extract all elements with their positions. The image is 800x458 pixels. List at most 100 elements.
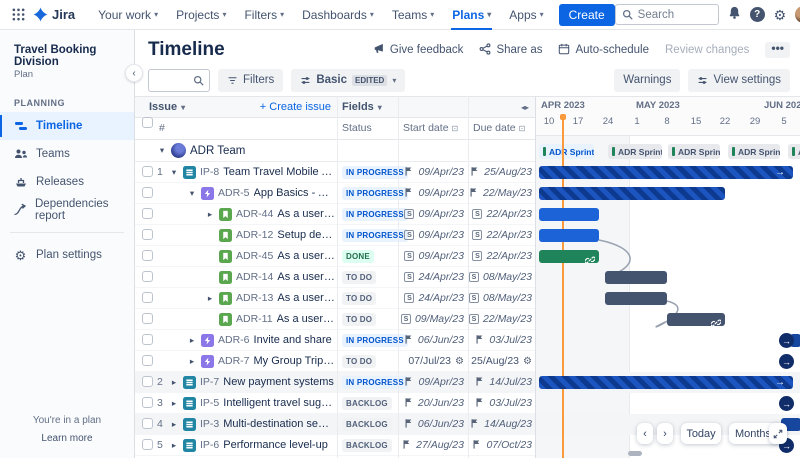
- table-row[interactable]: ▸ ADR-7 My Group Trips Overview TO DO 07…: [135, 351, 535, 372]
- jump-to-bar-button[interactable]: →: [779, 396, 794, 411]
- table-row[interactable]: 5 ▸ IP-6 Performance level-up BACKLOG 27…: [135, 435, 535, 456]
- table-row[interactable]: ▾ ADR-5 App Basics - Android test IN PRO…: [135, 183, 535, 204]
- table-row[interactable]: 3 ▸ IP-5 Intelligent travel suggestions …: [135, 393, 535, 414]
- due-date-cell[interactable]: S 22/Apr/23: [468, 246, 532, 266]
- due-date-cell[interactable]: 14/Aug/23: [468, 414, 532, 434]
- auto-schedule-button[interactable]: Auto-schedule: [558, 43, 649, 58]
- due-date-cell[interactable]: 03/Jul/23: [468, 330, 532, 350]
- table-row[interactable]: 2 ▸ IP-7 New payment systems IN PROGRESS…: [135, 372, 535, 393]
- start-date-cell[interactable]: 06/Jun/23: [398, 414, 464, 434]
- nav-item-apps[interactable]: Apps ▾: [500, 0, 552, 30]
- expand-chevron[interactable]: ▾: [157, 145, 167, 156]
- gantt-bar[interactable]: [605, 271, 667, 284]
- expand-chevron[interactable]: ▸: [205, 209, 215, 220]
- issue-summary[interactable]: Intelligent travel suggestions: [223, 397, 335, 409]
- issue-summary[interactable]: Setup dev and and ...: [277, 229, 335, 241]
- nav-item-projects[interactable]: Projects ▾: [167, 0, 235, 30]
- status-cell[interactable]: DONE: [342, 246, 374, 266]
- start-date-cell[interactable]: 09/Apr/23: [398, 183, 464, 203]
- issue-summary[interactable]: App Basics - Android test: [254, 187, 335, 199]
- row-checkbox[interactable]: [142, 355, 153, 366]
- expand-chevron[interactable]: ▸: [205, 293, 215, 304]
- start-date-cell[interactable]: S 24/Apr/23: [398, 267, 464, 287]
- view-preset-button[interactable]: Basic EDITED ▾: [291, 68, 406, 92]
- create-button[interactable]: Create: [558, 3, 615, 26]
- app-switcher-icon[interactable]: [12, 6, 25, 24]
- scroll-next-button[interactable]: ›: [657, 423, 673, 444]
- jump-to-bar-button[interactable]: →: [779, 333, 794, 348]
- gantt-bar[interactable]: [539, 187, 725, 200]
- sprint-pill-adr-sprint-1[interactable]: ADR Sprint 1: [539, 144, 594, 159]
- scroll-prev-button[interactable]: ‹: [637, 423, 653, 444]
- expand-chevron[interactable]: ▾: [169, 167, 179, 178]
- jira-logo[interactable]: Jira: [33, 7, 75, 22]
- sidebar-item-dependencies-report[interactable]: Dependencies report: [0, 196, 134, 224]
- start-date-cell[interactable]: S 24/Apr/23: [398, 288, 464, 308]
- start-date-cell[interactable]: 09/Apr/23: [398, 372, 464, 392]
- sprint-pill-adr-sprint-5[interactable]: ADR Sprint 5: [788, 144, 800, 159]
- issue-summary[interactable]: As a user I can log i...: [277, 292, 335, 304]
- row-checkbox[interactable]: [142, 229, 153, 240]
- row-checkbox[interactable]: [142, 313, 153, 324]
- start-date-cell[interactable]: S 09/Apr/23: [398, 204, 464, 224]
- row-checkbox[interactable]: [142, 292, 153, 303]
- select-all-checkbox[interactable]: [142, 117, 153, 128]
- horizontal-scrollbar-thumb[interactable]: [628, 451, 642, 456]
- row-checkbox[interactable]: [142, 271, 153, 282]
- table-row[interactable]: ADR-14 As a user I can cre... TO DO S24/…: [135, 267, 535, 288]
- warnings-button[interactable]: Warnings: [614, 68, 681, 92]
- status-cell[interactable]: BACKLOG: [342, 414, 392, 434]
- gantt-bar[interactable]: →: [539, 376, 793, 389]
- settings-gear-icon[interactable]: ⚙: [774, 8, 787, 22]
- issue-summary[interactable]: Multi-destination search: [223, 418, 335, 430]
- gantt-bar[interactable]: [539, 208, 599, 221]
- table-row[interactable]: ▸ ADR-44 As a user I can up... IN PROGRE…: [135, 204, 535, 225]
- due-date-cell[interactable]: 14/Jul/23: [468, 372, 532, 392]
- expand-chevron[interactable]: ▸: [169, 377, 179, 388]
- due-date-cell[interactable]: 25/Aug/23: [468, 162, 532, 182]
- start-date-cell[interactable]: S 09/Apr/23: [398, 246, 464, 266]
- row-checkbox[interactable]: [142, 439, 153, 450]
- help-icon[interactable]: ?: [749, 7, 765, 22]
- due-date-cell[interactable]: 07/Oct/23: [468, 435, 532, 455]
- filters-button[interactable]: Filters: [218, 68, 284, 92]
- status-cell[interactable]: TO DO: [342, 351, 377, 371]
- issue-summary[interactable]: My Group Trips Overview: [254, 355, 335, 367]
- issue-summary[interactable]: As a user I can ena...: [277, 250, 335, 262]
- gantt-bar[interactable]: [539, 229, 599, 242]
- global-search-input[interactable]: Search: [614, 4, 719, 25]
- start-date-cell[interactable]: 06/Jun/23: [398, 330, 464, 350]
- due-date-cell[interactable]: S 08/May/23: [468, 288, 532, 308]
- due-date-cell[interactable]: S 08/May/23: [468, 267, 532, 287]
- sprint-pill-adr-sprint-2[interactable]: ADR Sprint 2: [608, 144, 662, 159]
- expand-chevron[interactable]: ▸: [187, 356, 197, 367]
- fields-header[interactable]: Fields ▾: [342, 97, 382, 117]
- fullscreen-button[interactable]: [769, 423, 787, 444]
- start-date-cell[interactable]: 27/Aug/23: [398, 435, 464, 455]
- learn-more-link[interactable]: Learn more: [0, 433, 134, 444]
- due-date-cell[interactable]: S 22/Apr/23: [468, 225, 532, 245]
- column-config-icon[interactable]: ⊡: [452, 124, 459, 133]
- expand-chevron[interactable]: ▸: [187, 335, 197, 346]
- row-checkbox[interactable]: [142, 334, 153, 345]
- table-row[interactable]: ▸ ADR-6 Invite and share IN PROGRESS 06/…: [135, 330, 535, 351]
- give-feedback-button[interactable]: Give feedback: [373, 43, 463, 58]
- sidebar-item-plan-settings[interactable]: ⚙ Plan settings: [0, 241, 134, 269]
- start-date-cell[interactable]: 09/Apr/23: [398, 162, 464, 182]
- issue-summary[interactable]: As a user I can cre...: [277, 271, 335, 283]
- table-row[interactable]: ADR-11 As a user I can log i... TO DO S0…: [135, 309, 535, 330]
- nav-item-plans[interactable]: Plans ▾: [443, 0, 500, 30]
- gantt-bar[interactable]: →: [539, 166, 793, 179]
- create-issue-button[interactable]: + Create issue: [260, 97, 331, 117]
- gantt-bar[interactable]: [605, 292, 667, 305]
- due-date-cell[interactable]: 25/Aug/23 ⚙: [468, 351, 532, 371]
- team-group-row[interactable]: ▾ ADR Team: [135, 140, 535, 162]
- nav-item-filters[interactable]: Filters ▾: [235, 0, 293, 30]
- table-row[interactable]: ADR-45 As a user I can ena... DONE S09/A…: [135, 246, 535, 267]
- status-cell[interactable]: BACKLOG: [342, 435, 392, 455]
- gantt-bar[interactable]: [539, 250, 599, 264]
- table-row[interactable]: 1 ▾ IP-8 Team Travel Mobile Apps IN PROG…: [135, 162, 535, 183]
- nav-item-teams[interactable]: Teams ▾: [383, 0, 443, 30]
- status-cell[interactable]: BACKLOG: [342, 393, 392, 413]
- expand-chevron[interactable]: ▸: [169, 398, 179, 409]
